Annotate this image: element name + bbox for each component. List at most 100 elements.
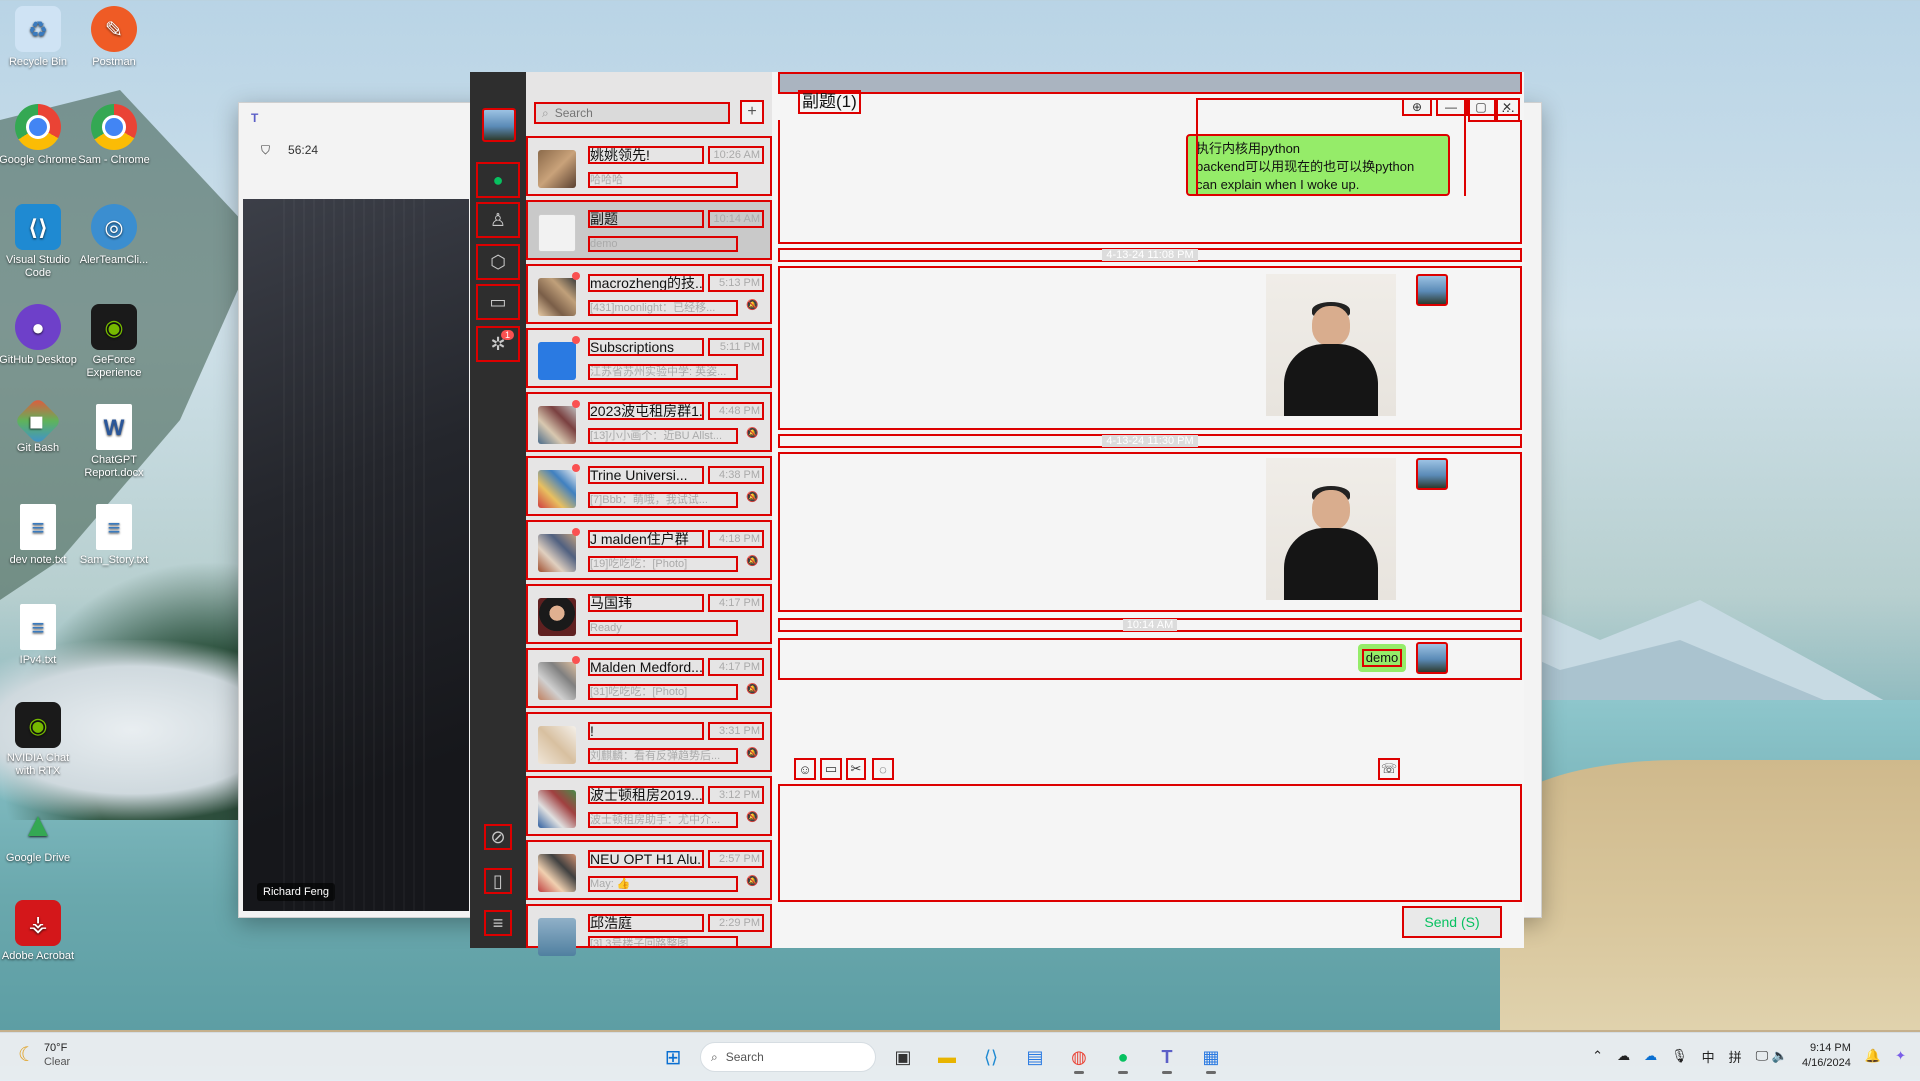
taskbar-task-view[interactable]: ▣	[886, 1040, 920, 1074]
taskbar-vscode[interactable]: ⟨⟩	[974, 1040, 1008, 1074]
mute-bell-icon: 🔕	[746, 300, 759, 311]
chat-list-item[interactable]: 2023波屯租房群1... 4:48 PM [13]小小画个：近BU Allst…	[526, 392, 772, 452]
start-button[interactable]: ⊞	[656, 1040, 690, 1074]
search-input[interactable]	[552, 105, 707, 121]
participant-video[interactable]: Richard Feng	[243, 199, 469, 911]
taskbar-chrome[interactable]: ◍	[1062, 1040, 1096, 1074]
nav-moments-button[interactable]: ✲ 1	[476, 326, 520, 362]
voice-call-button[interactable]: ☏	[1378, 758, 1400, 780]
desktop-icon-geforce[interactable]: ◉ GeForce Experience	[74, 304, 154, 380]
onedrive-icon[interactable]: ☁	[1617, 1048, 1630, 1064]
microphone-icon[interactable]: 🎙	[1671, 1048, 1688, 1064]
desktop-icon-sam-chrome[interactable]: Sam - Chrome	[74, 104, 154, 167]
image-message[interactable]	[1266, 274, 1396, 416]
chat-avatar	[538, 918, 576, 956]
ime-mode[interactable]: 拼	[1729, 1047, 1742, 1066]
chat-list-item[interactable]: NEU OPT H1 Alu... 2:57 PM May: 👍 🔕	[526, 840, 772, 900]
nav-menu-button[interactable]: ≡	[484, 910, 512, 936]
chat-time: 5:11 PM	[708, 338, 764, 356]
sender-avatar[interactable]	[1416, 642, 1448, 674]
chat-list-item[interactable]: 邱浩庭 2:29 PM [3] 3号楼子回路整图	[526, 904, 772, 956]
ime-language[interactable]: 中	[1702, 1047, 1715, 1066]
send-file-button[interactable]: ▭	[820, 758, 842, 780]
taskbar-app[interactable]: ▦	[1194, 1040, 1228, 1074]
desktop-icon-sam-story[interactable]: ≡ Sam_Story.txt	[74, 504, 154, 567]
chat-avatar	[538, 214, 576, 252]
chat-list-item[interactable]: Trine Universi... 4:38 PM [7]Bbb：萌哦，我试试.…	[526, 456, 772, 516]
desktop-icon-ipv4[interactable]: ≡ IPv4.txt	[0, 604, 78, 667]
chat-list-item[interactable]: 马国玮 4:17 PM Ready	[526, 584, 772, 644]
chat-list-item[interactable]: 姚姚领先! 10:26 AM 哈哈哈	[526, 136, 772, 196]
emoji-button[interactable]: ☺	[794, 758, 816, 780]
sender-avatar[interactable]	[1416, 458, 1448, 490]
nav-favorites-button[interactable]: ⬡	[476, 244, 520, 280]
chat-list-item[interactable]: 波士顿租房2019... 3:12 PM 波士顿租房助手：尤中介... 🔕	[526, 776, 772, 836]
nav-chats-button[interactable]: ●	[476, 162, 520, 198]
desktop-icon-chatgpt-report[interactable]: W ChatGPT Report.docx	[74, 404, 154, 480]
desktop-icon-dev-note[interactable]: ≡ dev note.txt	[0, 504, 78, 567]
message-input[interactable]	[778, 784, 1522, 902]
desktop-icon-vscode[interactable]: ⟨⟩ Visual Studio Code	[0, 204, 78, 280]
chat-history-button[interactable]: ◌	[872, 758, 894, 780]
weather-widget[interactable]: ☾ 70°F Clear	[18, 1041, 70, 1069]
taskbar-wechat[interactable]: ●	[1106, 1040, 1140, 1074]
chat-list-item-selected[interactable]: 副题 10:14 AM demo	[526, 200, 772, 260]
desktop-icon-github-desktop[interactable]: ● GitHub Desktop	[0, 304, 78, 367]
screenshot-button[interactable]: ✂	[846, 758, 866, 780]
desktop-icon-postman[interactable]: ✎ Postman	[74, 6, 154, 69]
chat-list-item[interactable]: ! 3:31 PM 刘麒麟：看有反弹趋势后... 🔕	[526, 712, 772, 772]
chat-avatar	[538, 854, 576, 892]
emoji-icon: ☺	[798, 761, 812, 777]
moon-icon: ☾	[18, 1044, 36, 1066]
folder-icon: ▭	[489, 291, 507, 312]
network-volume-icon[interactable]: 🖵 🔈	[1756, 1048, 1788, 1064]
chat-list-item[interactable]: Subscriptions 5:11 PM 江苏省苏州实验中学: 英姿...	[526, 328, 772, 388]
chat-preview: [31]吃吃吃：[Photo]	[588, 684, 738, 700]
notification-bell-icon[interactable]: 🔔	[1865, 1048, 1881, 1064]
clock[interactable]: 9:14 PM 4/16/2024	[1802, 1041, 1851, 1071]
message-bubble-sent[interactable]: demo	[1358, 644, 1406, 672]
nav-miniprogram-button[interactable]: ⊘	[484, 824, 512, 850]
mute-bell-icon: 🔕	[746, 492, 759, 503]
text-file-icon: ≡	[96, 504, 132, 550]
chat-bubble-icon: ●	[492, 169, 504, 190]
chat-list: ⌕ + 姚姚领先! 10:26 AM 哈哈哈 副题 10:14 AM demo …	[526, 72, 772, 956]
image-message[interactable]	[1266, 458, 1396, 600]
chat-avatar	[538, 662, 576, 700]
chat-title: Malden Medford...	[588, 658, 704, 676]
send-button[interactable]: Send (S)	[1402, 906, 1502, 938]
nav-files-button[interactable]: ▭	[476, 284, 520, 320]
desktop-icon-git-bash[interactable]: ◆ Git Bash	[0, 396, 78, 455]
copilot-icon[interactable]: ✦	[1895, 1048, 1906, 1064]
nav-phone-button[interactable]: ▯	[484, 868, 512, 894]
chat-preview: [3] 3号楼子回路整图	[588, 936, 738, 948]
desktop-icon-google-chrome[interactable]: Google Chrome	[0, 104, 78, 167]
nav-contacts-button[interactable]: ♙	[476, 202, 520, 238]
wechat-window[interactable]: ● ♙ ⬡ ▭ ✲1 ⊘ ▯ ≡ ⌕ + 姚姚领先! 10:26 AM 哈哈哈 …	[470, 72, 1524, 956]
taskbar-teams[interactable]: T	[1150, 1040, 1184, 1074]
chat-list-item[interactable]: macrozheng的技... 5:13 PM [431]moonlight：已…	[526, 264, 772, 324]
desktop-icon-google-drive[interactable]: ▲ Google Drive	[0, 802, 78, 865]
desktop-icon-recycle-bin[interactable]: ♻ Recycle Bin	[0, 6, 78, 69]
window-drag-strip[interactable]	[778, 72, 1522, 94]
chat-title: 2023波屯租房群1...	[588, 402, 704, 420]
chat-info-button[interactable]: ···	[1496, 98, 1520, 122]
message-text: demo	[1361, 649, 1403, 667]
desktop-icon-nvidia-chat[interactable]: ◉ NVIDIA Chat with RTX	[0, 702, 78, 778]
sender-avatar[interactable]	[1416, 274, 1448, 306]
taskbar-remote-desktop[interactable]: ▤	[1018, 1040, 1052, 1074]
desktop-icon-alerteam[interactable]: ◎ AlerTeamCli...	[74, 204, 154, 267]
taskbar-file-explorer[interactable]: ▬	[930, 1040, 964, 1074]
start-group-chat-button[interactable]: +	[740, 100, 764, 124]
chat-list-item[interactable]: J malden住户群 4:18 PM [19]吃吃吃：[Photo] 🔕	[526, 520, 772, 580]
chat-title: 波士顿租房2019...	[588, 786, 704, 804]
desktop-icon-adobe-acrobat[interactable]: ⚶ Adobe Acrobat	[0, 900, 78, 963]
chevron-up-icon[interactable]: ⌃	[1592, 1048, 1603, 1064]
taskbar-search[interactable]: ⌕ Search	[700, 1042, 876, 1072]
wechat-sidebar: ● ♙ ⬡ ▭ ✲ 1 ⊘ ▯ ≡	[470, 72, 526, 948]
onedrive-blue-icon[interactable]: ☁	[1644, 1048, 1657, 1064]
chat-list-item[interactable]: Malden Medford... 4:17 PM [31]吃吃吃：[Photo…	[526, 648, 772, 708]
search-box[interactable]: ⌕	[534, 102, 730, 124]
my-avatar[interactable]	[482, 108, 516, 142]
miniprogram-icon: ⊘	[490, 826, 506, 847]
